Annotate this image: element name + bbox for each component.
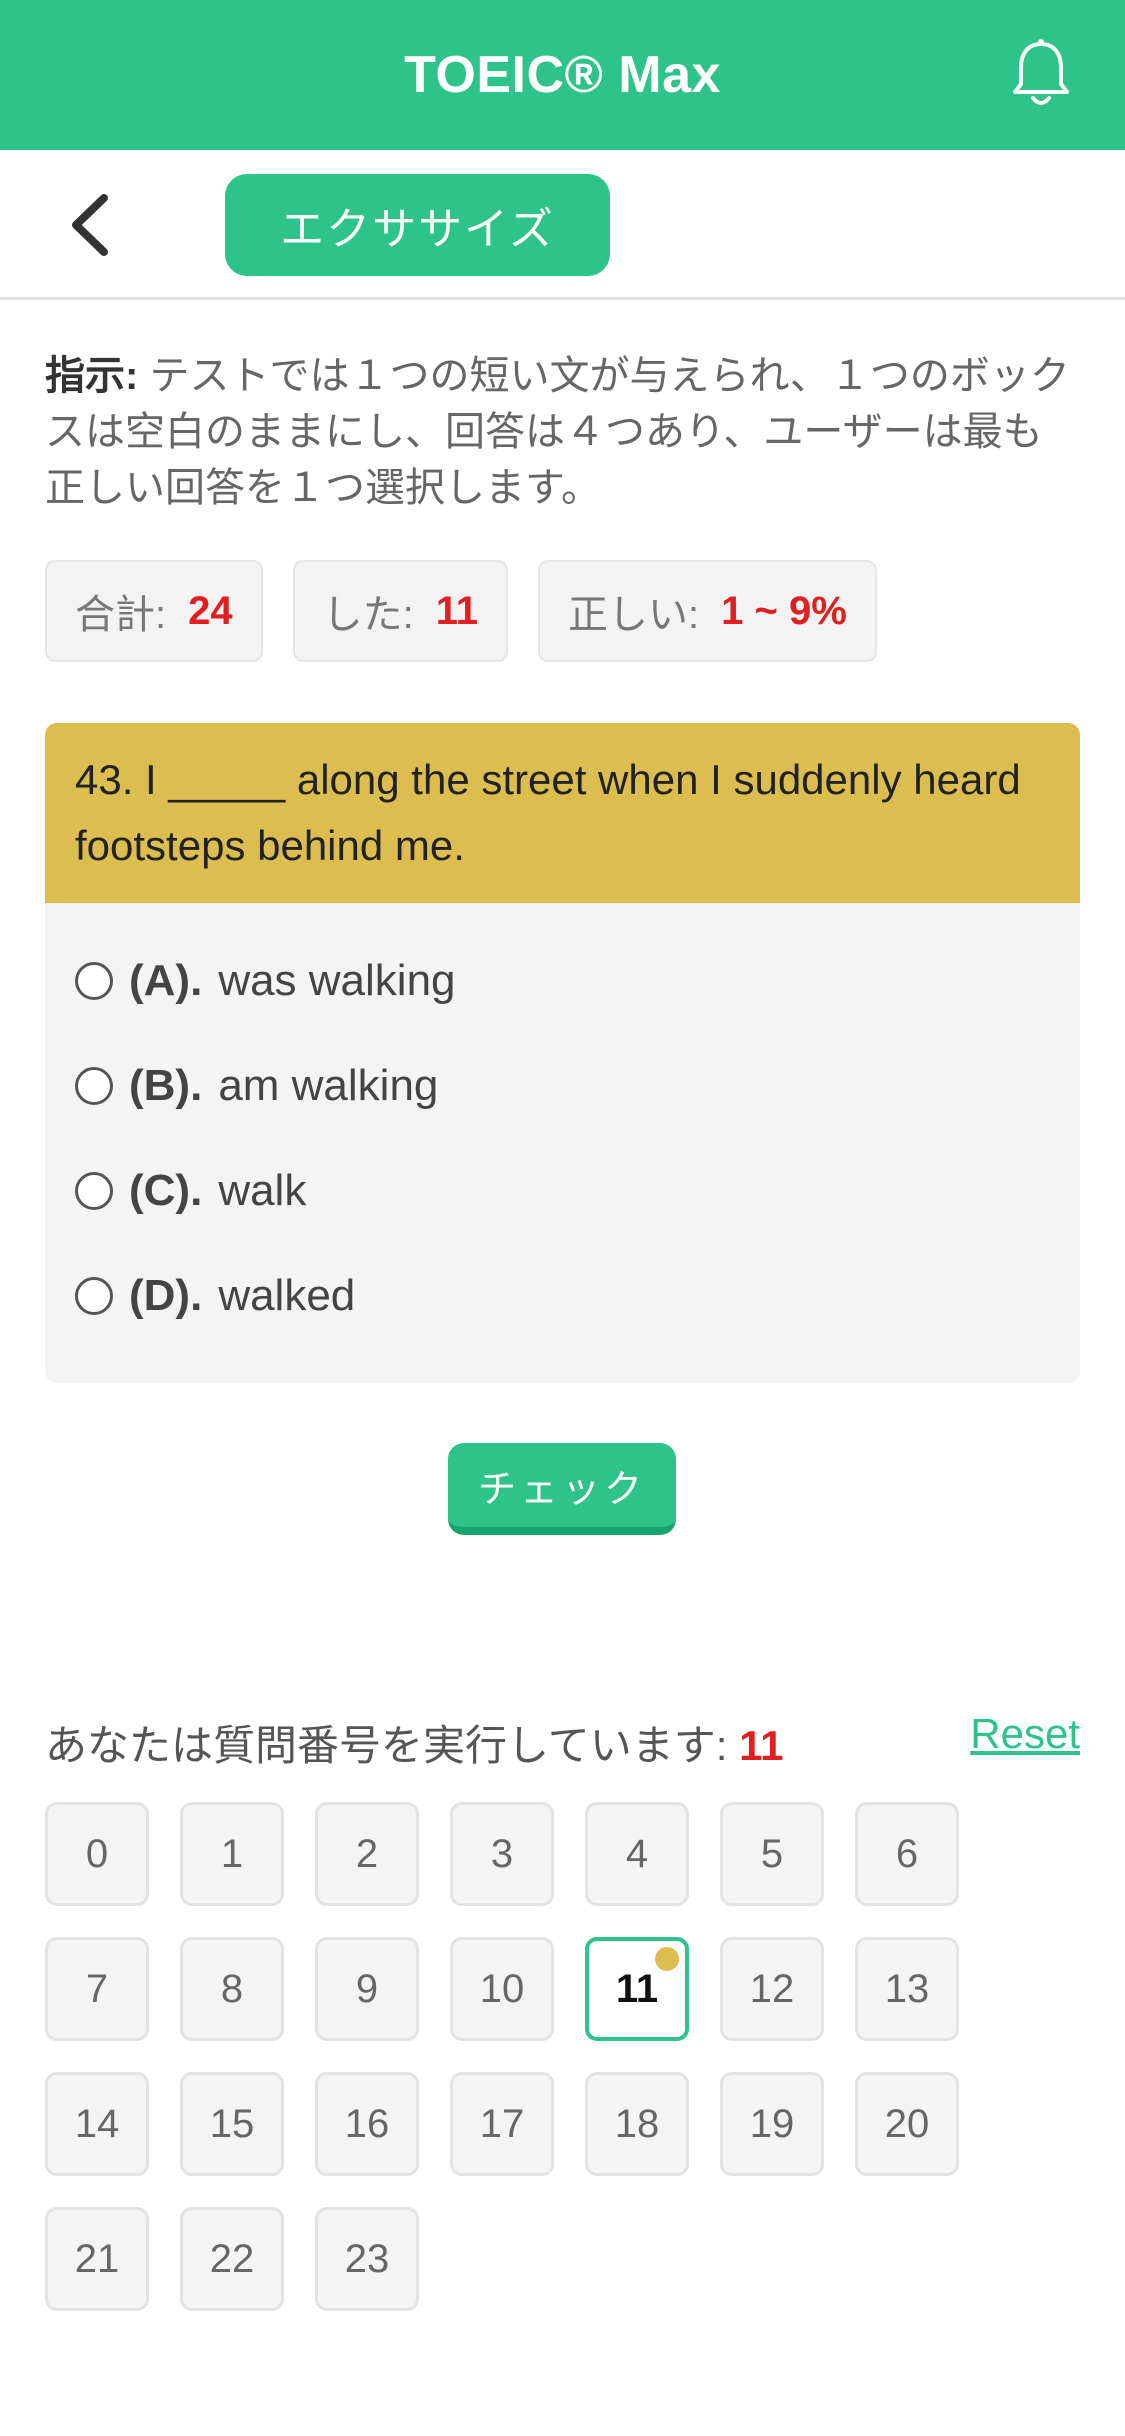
question-number-button[interactable]: 22 xyxy=(180,2207,284,2311)
check-button[interactable]: チェック xyxy=(448,1443,676,1535)
question-number-label: 0 xyxy=(85,1831,109,1876)
option-a[interactable]: (A). was walking xyxy=(75,956,456,1006)
radio-button[interactable] xyxy=(75,1067,113,1105)
question-number-label: 5 xyxy=(760,1831,784,1876)
question-number-label: 20 xyxy=(884,2101,930,2146)
app-title: TOEIC® Max xyxy=(404,46,721,104)
question-number-button[interactable]: 12 xyxy=(720,1937,824,2041)
question-number-label: 19 xyxy=(749,2101,795,2146)
option-text: walked xyxy=(218,1271,356,1320)
stat-total: 合計: 24 xyxy=(45,560,263,662)
option-b[interactable]: (B). am walking xyxy=(75,1061,438,1111)
option-letter: (C). xyxy=(129,1166,203,1215)
question-number-label: 11 xyxy=(615,1966,659,2011)
question-number-button[interactable]: 8 xyxy=(180,1937,284,2041)
instruction-text: 指示: テストでは１つの短い文が与えられ、１つのボックスは空白のままにし、回答は… xyxy=(45,348,1080,516)
stat-label: 合計: xyxy=(75,593,167,637)
question-number-button[interactable]: 3 xyxy=(450,1802,554,1906)
stat-value: 11 xyxy=(435,588,479,633)
question-number-label: 1 xyxy=(220,1831,244,1876)
question-number-grid: 0 1 2 3 4 5 6 7 8 9 10 11 12 13 14 15 16 17 18 19 20 21 22 23 xyxy=(45,1802,1085,2311)
question-number-label: 3 xyxy=(490,1831,514,1876)
stat-value: 24 xyxy=(188,588,233,633)
question-number-label: 8 xyxy=(220,1966,244,2011)
question-number-button[interactable]: 6 xyxy=(855,1802,959,1906)
question-number-button[interactable]: 18 xyxy=(585,2072,689,2176)
option-text: am walking xyxy=(218,1061,439,1110)
sub-header: エクササイズ xyxy=(0,150,1125,300)
stat-value: 1 ~ 9% xyxy=(721,588,847,633)
question-number-button[interactable]: 21 xyxy=(45,2207,149,2311)
question-number-label: 23 xyxy=(344,2236,390,2281)
question-number-label: 12 xyxy=(749,1966,795,2011)
instruction-lead: 指示: xyxy=(45,354,139,398)
question-number-button[interactable]: 9 xyxy=(315,1937,419,2041)
option-text: was walking xyxy=(218,956,456,1005)
question-number-button[interactable]: 7 xyxy=(45,1937,149,2041)
radio-button[interactable] xyxy=(75,962,113,1000)
question-number-button[interactable]: 15 xyxy=(180,2072,284,2176)
question-number-label: 18 xyxy=(614,2101,660,2146)
reset-link[interactable]: Reset xyxy=(970,1710,1080,1758)
option-letter: (B). xyxy=(129,1061,203,1110)
question-number-button[interactable]: 20 xyxy=(855,2072,959,2176)
option-text: walk xyxy=(218,1166,307,1215)
instruction-body: テストでは１つの短い文が与えられ、１つのボックスは空白のままにし、回答は４つあり… xyxy=(45,354,1070,510)
stat-label: 正しい: xyxy=(568,593,700,637)
current-question-label: あなたは質問番号を実行しています: xyxy=(45,1722,728,1769)
question-number-label: 7 xyxy=(85,1966,109,2011)
stat-done: した: 11 xyxy=(292,560,509,662)
stat-correct: 正しい: 1 ~ 9% xyxy=(538,560,877,662)
question-number-button[interactable]: 0 xyxy=(45,1802,149,1906)
stat-label: した: xyxy=(322,593,414,637)
question-number-label: 6 xyxy=(895,1831,919,1876)
question-number-button[interactable]: 23 xyxy=(315,2207,419,2311)
stats-row: 合計: 24 した: 11 正しい: 1 ~ 9% xyxy=(45,560,877,662)
question-text: 43. I _____ along the street when I sudd… xyxy=(45,723,1080,903)
question-number-button[interactable]: 5 xyxy=(720,1802,824,1906)
app-header: TOEIC® Max xyxy=(0,0,1125,150)
exercise-button[interactable]: エクササイズ xyxy=(225,174,610,276)
current-question-indicator: あなたは質問番号を実行しています: 11 xyxy=(45,1712,784,1773)
option-c[interactable]: (C). walk xyxy=(75,1166,306,1216)
question-card: 43. I _____ along the street when I sudd… xyxy=(45,723,1080,1383)
option-letter: (D). xyxy=(129,1271,203,1320)
question-number-button[interactable]: 1 xyxy=(180,1802,284,1906)
question-number-label: 17 xyxy=(479,2101,525,2146)
question-number-button[interactable]: 11 xyxy=(585,1937,689,2041)
question-number-label: 4 xyxy=(625,1831,649,1876)
current-question-number: 11 xyxy=(739,1722,784,1769)
question-number-label: 21 xyxy=(74,2236,120,2281)
question-number-label: 2 xyxy=(355,1831,379,1876)
question-number-button[interactable]: 4 xyxy=(585,1802,689,1906)
question-number-button[interactable]: 19 xyxy=(720,2072,824,2176)
option-d[interactable]: (D). walked xyxy=(75,1271,355,1321)
question-number-button[interactable]: 16 xyxy=(315,2072,419,2176)
question-number-button[interactable]: 2 xyxy=(315,1802,419,1906)
question-number-button[interactable]: 14 xyxy=(45,2072,149,2176)
question-number-label: 9 xyxy=(355,1966,379,2011)
bell-icon[interactable] xyxy=(1009,38,1073,110)
radio-button[interactable] xyxy=(75,1277,113,1315)
option-letter: (A). xyxy=(129,956,203,1005)
question-number-label: 16 xyxy=(344,2101,390,2146)
question-number-button[interactable]: 10 xyxy=(450,1937,554,2041)
radio-button[interactable] xyxy=(75,1172,113,1210)
question-number-label: 15 xyxy=(209,2101,255,2146)
question-number-label: 22 xyxy=(209,2236,255,2281)
question-number-label: 13 xyxy=(884,1966,930,2011)
question-number-button[interactable]: 13 xyxy=(855,1937,959,2041)
chevron-left-icon[interactable] xyxy=(60,190,120,260)
question-number-button[interactable]: 17 xyxy=(450,2072,554,2176)
question-number-label: 10 xyxy=(479,1966,525,2011)
current-marker-dot xyxy=(655,1947,679,1971)
question-number-label: 14 xyxy=(74,2101,120,2146)
